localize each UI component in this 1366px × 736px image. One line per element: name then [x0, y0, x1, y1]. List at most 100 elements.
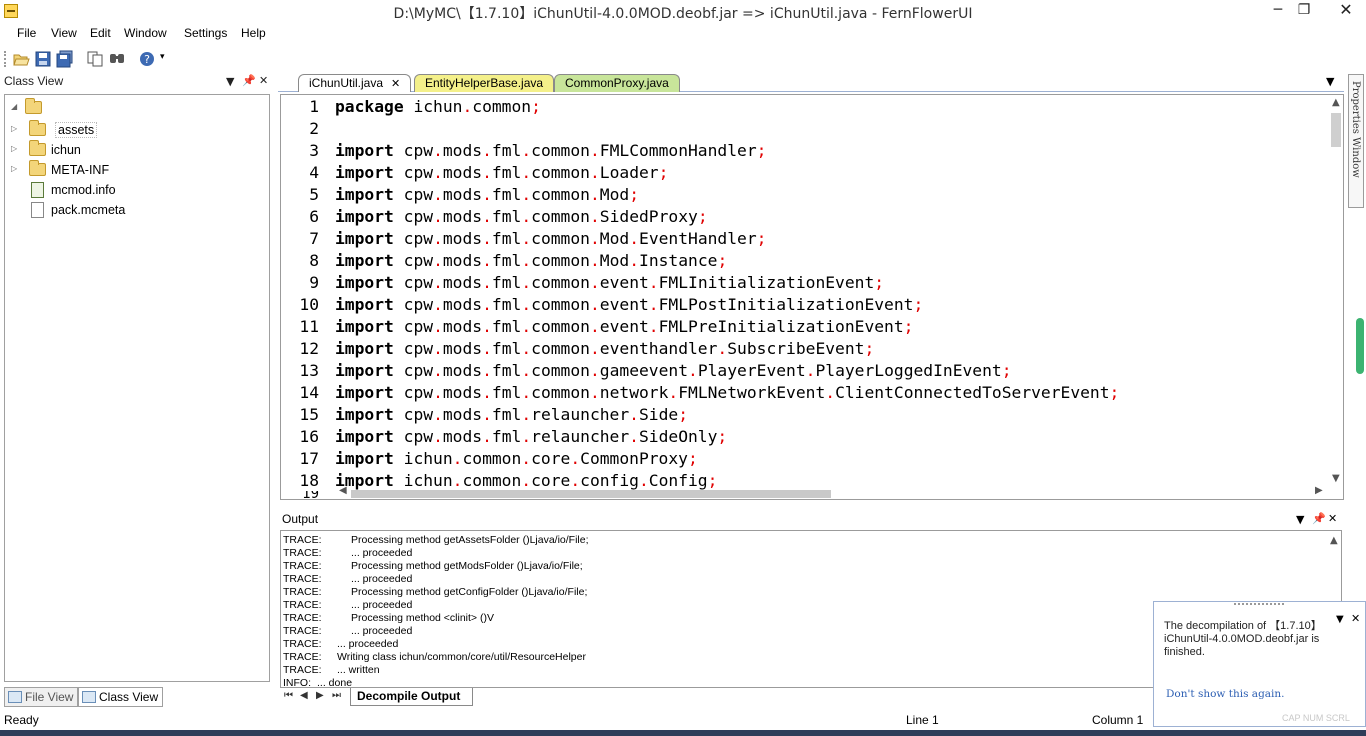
code-text: import cpw.mods.fml.common.SidedProxy;: [335, 207, 708, 226]
code-line: 6 import cpw.mods.fml.common.SidedProxy;: [281, 206, 1327, 228]
log-message: ... proceeded: [351, 547, 413, 559]
panel-close-icon[interactable]: ✕: [259, 74, 268, 87]
log-message: Processing method getModsFolder ()Ljava/…: [351, 560, 583, 572]
next-tab-icon[interactable]: ▶: [316, 690, 324, 701]
code-line: 1 package ichun.common;: [281, 96, 1327, 118]
folder-icon: [25, 98, 42, 114]
tab-class-view[interactable]: Class View: [78, 687, 164, 707]
menu-file[interactable]: File: [17, 26, 36, 40]
line-number: 13: [299, 361, 319, 380]
scroll-thumb[interactable]: [351, 490, 831, 498]
code-text: import cpw.mods.fml.common.FMLCommonHand…: [335, 141, 767, 160]
popup-close-icon[interactable]: ✕: [1351, 612, 1360, 625]
keyword: package: [335, 97, 404, 116]
panel-close-icon[interactable]: ✕: [1328, 512, 1337, 525]
expand-icon[interactable]: ▷: [11, 144, 17, 153]
code-line: 8 import cpw.mods.fml.common.Mod.Instance…: [281, 250, 1327, 272]
last-tab-icon[interactable]: ⏭: [332, 690, 341, 701]
tab-file-view[interactable]: File View: [4, 687, 79, 707]
editor-tab-strip: iChunUtil.java ✕ EntityHelperBase.java Co…: [278, 72, 1344, 92]
vertical-scrollbar[interactable]: ▲ ▼: [1329, 95, 1343, 487]
tab-decompile-output[interactable]: Decompile Output: [350, 688, 474, 706]
scroll-thumb[interactable]: [1331, 113, 1341, 147]
expand-icon[interactable]: ▷: [11, 164, 17, 173]
tree-item-mcmod-info[interactable]: mcmod.info: [11, 181, 261, 199]
tree-item-assets[interactable]: ▷ assets: [11, 120, 261, 139]
tab-entityhelperbase-java[interactable]: EntityHelperBase.java: [414, 74, 555, 92]
save-all-icon[interactable]: [56, 50, 74, 68]
scroll-down-icon[interactable]: ▼: [1332, 473, 1340, 484]
tree-item-pack-mcmeta[interactable]: pack.mcmeta: [11, 201, 261, 219]
scroll-up-icon[interactable]: ▲: [1332, 97, 1340, 108]
tab-ichunutil-java[interactable]: iChunUtil.java ✕: [298, 74, 412, 92]
properties-window-tab[interactable]: Properties Window: [1348, 74, 1364, 208]
dont-show-again-link[interactable]: Don't show this again.: [1166, 688, 1285, 700]
code-line: 17 import ichun.common.core.CommonProxy;: [281, 448, 1327, 470]
pin-icon[interactable]: 📌: [242, 74, 256, 87]
code-text: import cpw.mods.fml.common.Mod;: [335, 185, 640, 204]
class-view-header: Class View ▼ 📌 ✕: [0, 72, 274, 90]
popup-menu-icon[interactable]: ▼: [1336, 614, 1344, 625]
code-editor[interactable]: 1 package ichun.common; 2 3 import cpw.mods.…: [280, 94, 1344, 500]
maximize-button[interactable]: ❐: [1284, 0, 1324, 22]
toolbar-grip[interactable]: [4, 51, 7, 67]
prev-tab-icon[interactable]: ◀: [300, 690, 308, 701]
expand-icon[interactable]: ▷: [11, 124, 17, 133]
menu-view[interactable]: View: [51, 26, 77, 40]
log-level: INFO:: [283, 677, 311, 688]
scroll-right-icon[interactable]: ▶: [1315, 485, 1323, 496]
close-tab-icon[interactable]: ✕: [391, 78, 400, 90]
code-text: import cpw.mods.fml.common.eventhandler.…: [335, 339, 875, 358]
tab-commonproxy-java[interactable]: CommonProxy.java: [554, 74, 680, 92]
save-icon[interactable]: [34, 50, 52, 68]
menu-settings[interactable]: Settings: [184, 26, 227, 40]
log-message: Processing method <clinit> ()V: [351, 612, 494, 624]
open-icon[interactable]: [12, 50, 30, 68]
close-window-button[interactable]: ✕: [1326, 0, 1366, 22]
log-level: TRACE:: [283, 651, 322, 663]
line-number: 11: [299, 317, 319, 336]
code-text: import cpw.mods.fml.common.Mod.EventHand…: [335, 229, 767, 248]
code-line: 11 import cpw.mods.fml.common.event.FMLPr…: [281, 316, 1327, 338]
code-text: import cpw.mods.fml.common.event.FMLInit…: [335, 273, 885, 292]
line-number: 9: [309, 273, 319, 292]
class-view-title: Class View: [4, 74, 64, 88]
horizontal-scrollbar[interactable]: ◀ ▶: [339, 485, 1323, 498]
line-number: 7: [309, 229, 319, 248]
menu-window[interactable]: Window: [124, 26, 167, 40]
tab-list-dropdown-icon[interactable]: ▼: [1326, 75, 1334, 88]
info-file-icon: [31, 182, 44, 198]
tree-item-meta-inf[interactable]: ▷ META-INF: [11, 160, 261, 179]
find-icon[interactable]: [108, 50, 126, 68]
panel-menu-icon[interactable]: ▼: [226, 75, 234, 88]
copy-icon[interactable]: [86, 50, 104, 68]
scroll-left-icon[interactable]: ◀: [339, 485, 347, 496]
window-title: D:\MyMC\【1.7.10】iChunUtil-4.0.0MOD.deobf…: [393, 6, 973, 22]
help-icon[interactable]: ?: [138, 50, 156, 68]
toolbar-overflow-icon[interactable]: ▾: [160, 52, 165, 62]
class-view-panel: Class View ▼ 📌 ✕ ◢ ▷ assets ▷ ichun ▷ ME…: [0, 72, 274, 710]
code-text: import cpw.mods.fml.relauncher.SideOnly;: [335, 427, 728, 446]
line-number: 2: [309, 119, 319, 138]
tree-root[interactable]: ◢: [11, 98, 261, 117]
log-message: ... proceeded: [351, 599, 413, 611]
keyword: import: [335, 251, 394, 270]
popup-grip[interactable]: [1234, 603, 1284, 607]
scroll-up-icon[interactable]: ▲: [1330, 535, 1338, 546]
keyword: import: [335, 141, 394, 160]
keyword: import: [335, 295, 394, 314]
class-tree[interactable]: ◢ ▷ assets ▷ ichun ▷ META-INF mcmod.info…: [4, 94, 270, 682]
keyword: import: [335, 317, 394, 336]
collapse-icon[interactable]: ◢: [11, 102, 17, 111]
line-number: 18: [299, 471, 319, 490]
tree-item-ichun[interactable]: ▷ ichun: [11, 140, 261, 159]
log-message: Processing method getAssetsFolder ()Ljav…: [351, 534, 589, 546]
pin-icon[interactable]: 📌: [1312, 512, 1326, 525]
line-number: 14: [299, 383, 319, 402]
keyword: import: [335, 273, 394, 292]
menu-edit[interactable]: Edit: [90, 26, 111, 40]
panel-menu-icon[interactable]: ▼: [1296, 513, 1304, 526]
tab-label: Class View: [99, 690, 159, 704]
menu-help[interactable]: Help: [241, 26, 266, 40]
first-tab-icon[interactable]: ⏮: [284, 690, 293, 701]
